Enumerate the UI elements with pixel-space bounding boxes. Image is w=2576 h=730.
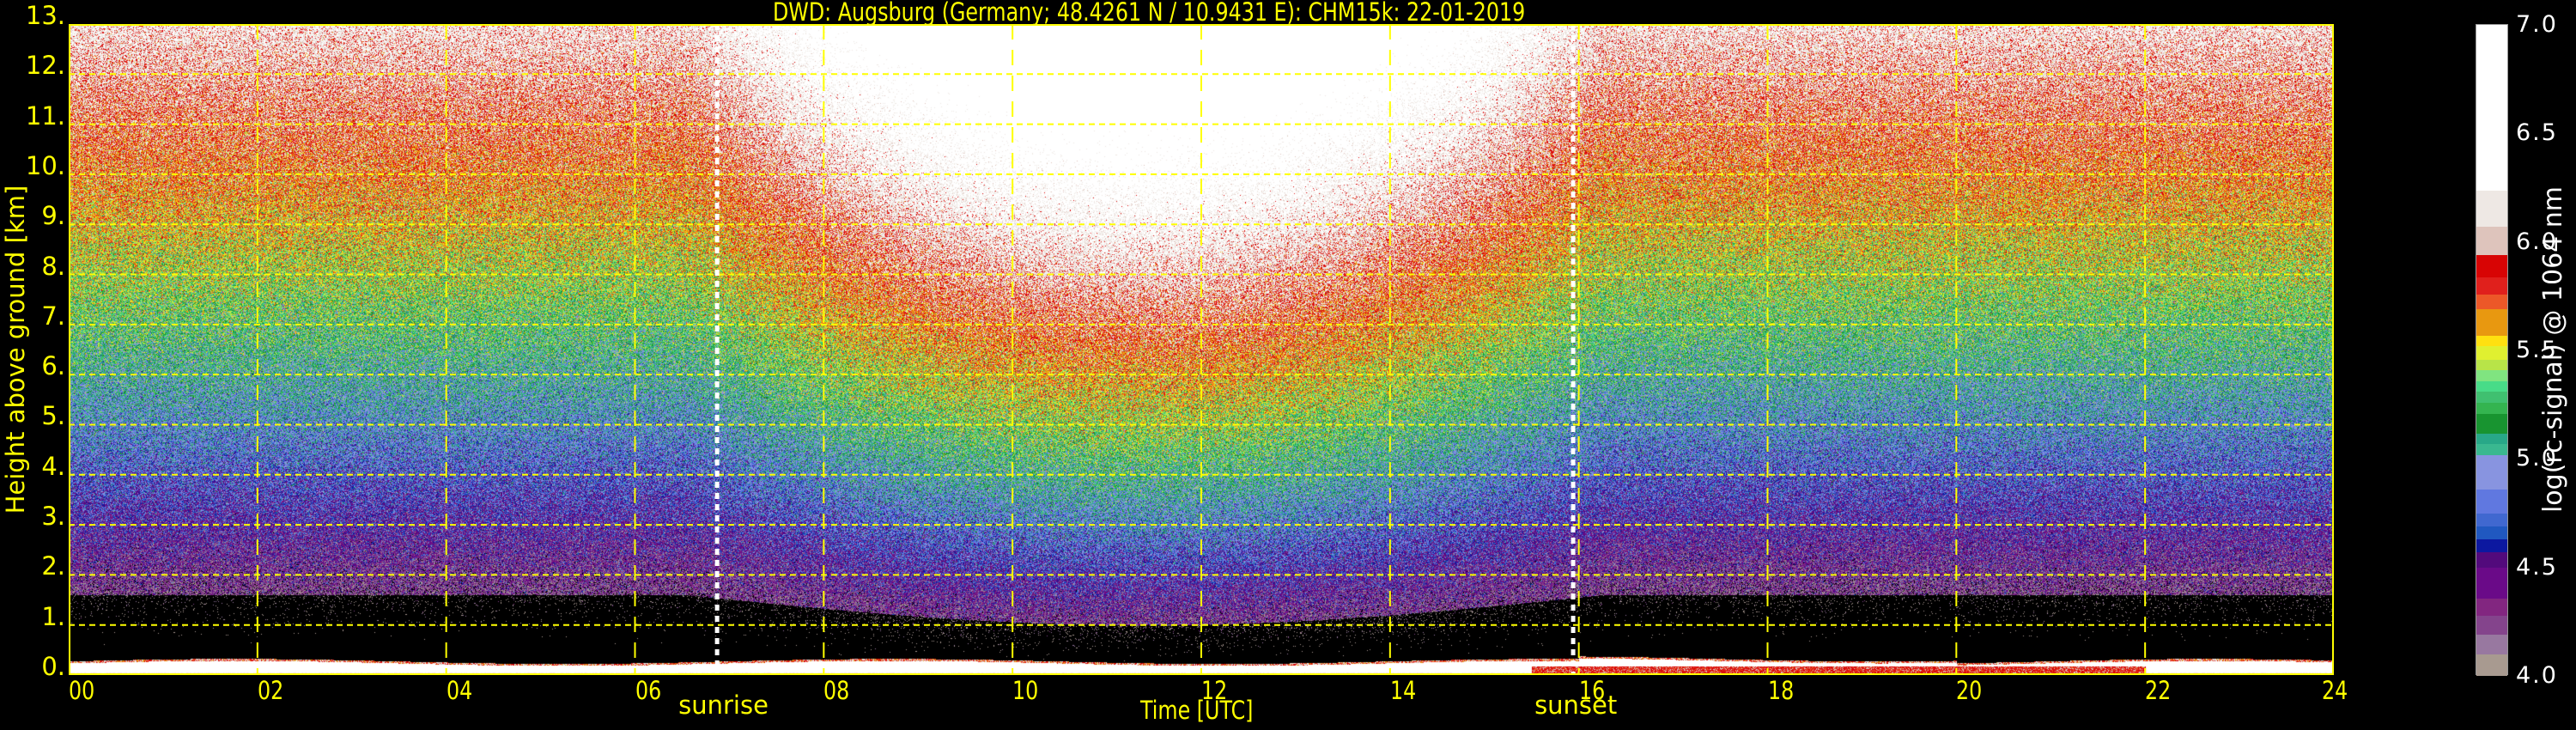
x-tick-text: 02 bbox=[258, 678, 283, 703]
colorbar-segment bbox=[2476, 539, 2507, 553]
colorbar-tick-label: 4.5 bbox=[2516, 554, 2558, 581]
x-tick-text: 24 bbox=[2322, 678, 2348, 703]
colorbar-tick-label: 4.0 bbox=[2516, 662, 2558, 689]
colorbar-segment bbox=[2476, 403, 2507, 414]
x-axis-label: Time [UTC] bbox=[1140, 698, 1278, 723]
colorbar-segment bbox=[2476, 552, 2507, 568]
y-tick-label: 0. bbox=[41, 654, 65, 679]
x-tick-text: 22 bbox=[2145, 678, 2171, 703]
y-tick-label: 13. bbox=[26, 3, 65, 28]
colorbar-segment bbox=[2476, 335, 2507, 346]
colorbar-segment bbox=[2476, 346, 2507, 360]
colorbar-segment bbox=[2476, 380, 2507, 392]
y-tick-label: 1. bbox=[41, 605, 65, 630]
colorbar-segment bbox=[2476, 654, 2507, 677]
colorbar-segment bbox=[2476, 514, 2507, 527]
y-axis-label: Height above ground [km] bbox=[3, 186, 28, 514]
colorbar-segment bbox=[2476, 413, 2507, 433]
x-tick-text: 14 bbox=[1390, 678, 1416, 703]
colorbar-segment bbox=[2476, 490, 2507, 514]
colorbar-label: log(rc-signal) @ 1064 nm bbox=[2538, 186, 2568, 513]
colorbar-tick-label: 7.0 bbox=[2516, 11, 2558, 38]
x-tick-label: 22 bbox=[2145, 678, 2177, 703]
y-tick-label: 8. bbox=[41, 254, 65, 279]
colorbar-segment bbox=[2476, 294, 2507, 309]
x-tick-text: 08 bbox=[823, 678, 849, 703]
y-tick-label: 4. bbox=[41, 454, 65, 479]
y-tick-label: 2. bbox=[41, 554, 65, 579]
colorbar-segment bbox=[2476, 615, 2507, 635]
y-tick-label: 7. bbox=[41, 304, 65, 329]
x-tick-text: 10 bbox=[1012, 678, 1038, 703]
colorbar-segment bbox=[2476, 255, 2507, 277]
chart-title: DWD: Augsburg (Germany; 48.4261 N / 10.9… bbox=[773, 0, 1691, 25]
y-tick-label: 5. bbox=[41, 404, 65, 429]
colorbar-segment bbox=[2476, 359, 2507, 370]
colorbar-segment bbox=[2476, 568, 2507, 599]
colorbar-tick-label: 6.5 bbox=[2516, 119, 2558, 146]
y-tick-label: 12. bbox=[26, 53, 65, 78]
colorbar-segment bbox=[2476, 190, 2507, 227]
plot-overlay bbox=[69, 24, 2334, 675]
colorbar-segment bbox=[2476, 227, 2507, 255]
x-tick-label: 08 bbox=[823, 678, 855, 703]
x-tick-label: 14 bbox=[1390, 678, 1422, 703]
y-tick-label: 10. bbox=[26, 154, 65, 179]
colorbar-segment bbox=[2476, 309, 2507, 336]
sunrise-label: sunrise bbox=[678, 693, 769, 718]
x-tick-label: 06 bbox=[635, 678, 667, 703]
colorbar-segment bbox=[2476, 433, 2507, 444]
x-tick-label: 20 bbox=[1956, 678, 1988, 703]
colorbar-segment bbox=[2476, 25, 2507, 191]
x-tick-text: 00 bbox=[69, 678, 94, 703]
y-tick-label: 11. bbox=[26, 104, 65, 129]
sunset-label: sunset bbox=[1534, 693, 1617, 718]
colorbar-segment bbox=[2476, 598, 2507, 616]
plot-area bbox=[69, 24, 2334, 675]
x-tick-label: 10 bbox=[1012, 678, 1044, 703]
y-tick-label: 9. bbox=[41, 204, 65, 228]
x-tick-text: 20 bbox=[1956, 678, 1982, 703]
y-tick-label: 6. bbox=[41, 354, 65, 379]
x-tick-label: 24 bbox=[2322, 678, 2354, 703]
colorbar-segment bbox=[2476, 526, 2507, 540]
x-tick-label: 02 bbox=[258, 678, 289, 703]
x-tick-text: 06 bbox=[635, 678, 661, 703]
colorbar-segment bbox=[2476, 454, 2507, 490]
colorbar-segment bbox=[2476, 277, 2507, 295]
x-tick-text: 04 bbox=[447, 678, 472, 703]
x-tick-label: 18 bbox=[1768, 678, 1800, 703]
colorbar-segment bbox=[2476, 370, 2507, 381]
x-tick-label: 04 bbox=[447, 678, 478, 703]
colorbar-segment bbox=[2476, 392, 2507, 403]
x-tick-label: 00 bbox=[69, 678, 100, 703]
x-tick-text: 18 bbox=[1768, 678, 1794, 703]
colorbar bbox=[2476, 24, 2508, 675]
colorbar-segment bbox=[2476, 444, 2507, 455]
colorbar-segment bbox=[2476, 635, 2507, 654]
y-tick-label: 3. bbox=[41, 504, 65, 529]
